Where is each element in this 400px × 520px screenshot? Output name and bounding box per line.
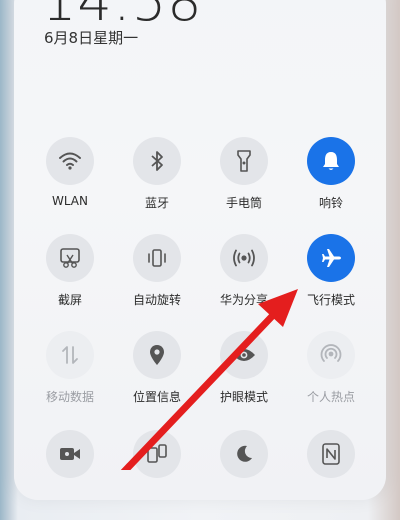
tile-wlan-label: WLAN <box>51 194 88 208</box>
hotspot-icon <box>319 343 343 367</box>
tile-auto-rotate-label: 自动旋转 <box>132 293 181 307</box>
moon-icon <box>234 444 254 464</box>
airplane-icon <box>320 247 342 269</box>
tile-bluetooth-label: 蓝牙 <box>144 196 169 210</box>
tile-device-switch[interactable] <box>112 430 202 520</box>
tile-dark-mode-button[interactable] <box>220 430 268 478</box>
tile-dark-mode[interactable] <box>199 430 289 520</box>
tile-screenshot-label: 截屏 <box>57 293 82 307</box>
tile-nfc[interactable] <box>286 430 376 520</box>
tile-hotspot[interactable]: 个人热点 <box>286 331 376 421</box>
location-icon <box>148 344 166 366</box>
tile-mobile-data-label: 移动数据 <box>45 390 94 404</box>
tile-mobile-data[interactable]: 移动数据 <box>25 331 115 421</box>
tile-huawei-share[interactable]: 华为分享 <box>199 234 289 324</box>
tile-flashlight-button[interactable] <box>220 137 268 185</box>
tile-ring-button[interactable] <box>307 137 355 185</box>
tile-huawei-share-label: 华为分享 <box>219 293 268 307</box>
tile-nfc-button[interactable] <box>307 430 355 478</box>
tile-device-switch-button[interactable] <box>133 430 181 478</box>
tile-location-button[interactable] <box>133 331 181 379</box>
tile-airplane-mode-button[interactable] <box>307 234 355 282</box>
tile-bluetooth[interactable]: 蓝牙 <box>112 137 202 227</box>
tile-hotspot-button[interactable] <box>307 331 355 379</box>
tile-screenshot-button[interactable] <box>46 234 94 282</box>
tile-mobile-data-button[interactable] <box>46 331 94 379</box>
tile-location[interactable]: 位置信息 <box>112 331 202 421</box>
tile-huawei-share-button[interactable] <box>220 234 268 282</box>
auto-rotate-icon <box>146 247 168 269</box>
tile-bluetooth-button[interactable] <box>133 137 181 185</box>
bluetooth-icon <box>150 150 164 172</box>
tile-wlan[interactable]: WLAN <box>25 137 115 227</box>
tile-screen-record-button[interactable] <box>46 430 94 478</box>
tile-screenshot[interactable]: 截屏 <box>25 234 115 324</box>
tile-auto-rotate[interactable]: 自动旋转 <box>112 234 202 324</box>
tile-auto-rotate-button[interactable] <box>133 234 181 282</box>
tile-ring-label: 响铃 <box>318 196 343 210</box>
tile-hotspot-label: 个人热点 <box>306 390 355 404</box>
device-switch-icon <box>146 444 168 464</box>
tile-flashlight-label: 手电筒 <box>225 196 262 210</box>
tile-flashlight[interactable]: 手电筒 <box>199 137 289 227</box>
tile-ring[interactable]: 响铃 <box>286 137 376 227</box>
huawei-share-icon <box>232 248 256 268</box>
tile-eye-comfort[interactable]: 护眼模式 <box>199 331 289 421</box>
date-text: 6月8日星期一 <box>44 29 139 47</box>
tile-eye-comfort-label: 护眼模式 <box>219 390 268 404</box>
tile-airplane-mode[interactable]: 飞行模式 <box>286 234 376 324</box>
tile-wlan-button[interactable] <box>46 137 94 185</box>
mobile-data-icon <box>61 344 79 366</box>
flashlight-icon <box>237 150 251 172</box>
tile-location-label: 位置信息 <box>132 390 181 404</box>
tile-eye-comfort-button[interactable] <box>220 331 268 379</box>
nfc-icon <box>321 443 341 465</box>
screenshot-icon <box>59 247 81 269</box>
bell-icon <box>321 150 341 172</box>
screen-record-icon <box>59 446 81 462</box>
tile-screen-record[interactable] <box>25 430 115 520</box>
eye-icon <box>232 347 256 363</box>
tile-airplane-mode-label: 飞行模式 <box>306 293 355 307</box>
wifi-icon <box>59 152 81 170</box>
